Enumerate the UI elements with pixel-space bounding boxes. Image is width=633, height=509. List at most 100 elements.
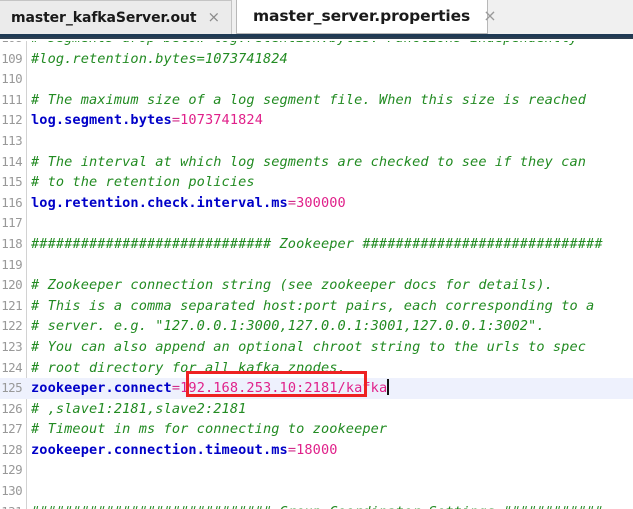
code-line[interactable]: 120 # Zookeeper connection string (see zo… (0, 275, 633, 296)
token-eq: = (287, 441, 297, 458)
code-line[interactable]: 115 # to the retention policies (0, 172, 633, 193)
token-val: 1073741824 (180, 112, 263, 129)
code-line-text: ############################# Zookeeper … (31, 234, 603, 255)
code-line[interactable]: 117 (0, 213, 633, 234)
code-line[interactable]: 123 # You can also append an optional chr… (0, 337, 633, 358)
line-number: 125 (1, 380, 22, 396)
token-key: log.segment.bytes (31, 112, 172, 129)
close-icon[interactable]: × (205, 10, 222, 25)
code-line-text: # Timeout in ms for connecting to zookee… (31, 419, 387, 440)
code-line[interactable]: 108 # segments drop below log.retention.b… (0, 41, 633, 49)
code-line-text: # root directory for all kafka znodes. (31, 358, 346, 379)
code-line[interactable]: 114 # The interval at which log segments … (0, 152, 633, 173)
code-line[interactable]: 124 # root directory for all kafka znodes… (0, 358, 633, 379)
code-line[interactable]: 127 # Timeout in ms for connecting to zoo… (0, 419, 633, 440)
code-line[interactable]: 126 # ,slave1:2181,slave2:2181 (0, 399, 633, 420)
code-line[interactable]: 119 (0, 255, 633, 276)
token-cmt: # segments drop below log.retention.byte… (31, 41, 578, 46)
line-number: 120 (1, 277, 22, 293)
code-line-current[interactable]: 125 zookeeper.connect=192.168.253.10:2181… (0, 378, 633, 399)
code-line[interactable]: 113 (0, 131, 633, 152)
line-number: 118 (1, 235, 22, 251)
code-line[interactable]: 112 log.segment.bytes=1073741824 (0, 110, 633, 131)
code-line-text: # server. e.g. "127.0.0.1:3000,127.0.0.1… (31, 316, 545, 337)
line-number: 121 (1, 297, 22, 313)
code-line-text: log.retention.check.interval.ms=300000 (31, 193, 346, 214)
line-number: 114 (1, 153, 22, 169)
line-number: 117 (1, 215, 22, 231)
code-line-text: # The maximum size of a log segment file… (31, 90, 586, 111)
token-val: 300000 (296, 194, 346, 211)
tab-master-kafkaserver-out[interactable]: master_kafkaServer.out × (0, 0, 232, 34)
code-line-text: # You can also append an optional chroot… (31, 337, 586, 358)
token-cmt: # server. e.g. "127.0.0.1:3000,127.0.0.1… (31, 318, 545, 335)
tab-label: master_kafkaServer.out (11, 9, 197, 26)
line-number: 123 (1, 338, 22, 354)
token-key: zookeeper.connect (31, 380, 172, 397)
token-key: zookeeper.connection.timeout.ms (31, 441, 288, 458)
code-line-text: # This is a comma separated host:port pa… (31, 296, 594, 317)
code-line-text: # to the retention policies (31, 172, 255, 193)
line-number: 130 (1, 483, 22, 499)
line-number: 110 (1, 71, 22, 87)
line-number: 122 (1, 318, 22, 334)
tab-master-server-properties[interactable]: master_server.properties × (236, 0, 497, 34)
token-cmt: # to the retention policies (31, 174, 255, 191)
tab-label: master_server.properties (253, 6, 471, 25)
code-line[interactable]: 130 (0, 481, 633, 502)
code-line-text: # Zookeeper connection string (see zooke… (31, 275, 553, 296)
token-cmt: # This is a comma separated host:port pa… (31, 297, 595, 314)
code-editor[interactable]: 108 # segments drop below log.retention.b… (0, 41, 633, 509)
token-cmt: # The interval at which log segments are… (31, 153, 587, 170)
code-line-text: zookeeper.connection.timeout.ms=18000 (31, 440, 338, 461)
line-number: 126 (1, 400, 22, 416)
token-cmt: ############################# Zookeeper … (31, 235, 603, 252)
code-line[interactable]: 128 zookeeper.connection.timeout.ms=18000 (0, 440, 633, 461)
code-line-text: # segments drop below log.retention.byte… (31, 41, 578, 49)
line-number: 113 (1, 132, 22, 148)
code-line[interactable]: 109 #log.retention.bytes=1073741824 (0, 49, 633, 70)
token-cmt: #log.retention.bytes=1073741824 (31, 50, 288, 67)
token-eq: = (171, 380, 181, 397)
token-cmt: # Timeout in ms for connecting to zookee… (31, 421, 388, 438)
token-cmt: # You can also append an optional chroot… (31, 338, 587, 355)
close-icon[interactable]: × (481, 7, 498, 24)
line-number: 108 (0, 41, 22, 49)
line-number: 127 (1, 421, 22, 437)
token-eq: = (171, 112, 181, 129)
token-cmt: # The maximum size of a log segment file… (31, 91, 587, 108)
line-number: 128 (1, 441, 22, 457)
token-key: log.retention.check.interval.ms (31, 194, 288, 211)
token-val: 192.168.253.10:2181/kafka (180, 380, 388, 397)
code-line-text: log.segment.bytes=1073741824 (31, 110, 263, 131)
line-number: 115 (1, 174, 22, 190)
code-line[interactable]: 118 ############################# Zookeep… (0, 234, 633, 255)
line-number: 129 (1, 462, 22, 478)
code-line[interactable]: 116 log.retention.check.interval.ms=30000… (0, 193, 633, 214)
text-caret (387, 379, 390, 396)
code-line-text: zookeeper.connect=192.168.253.10:2181/ka… (31, 378, 390, 399)
code-line-text: # ,slave1:2181,slave2:2181 (31, 399, 246, 420)
token-cmt: # root directory for all kafka znodes. (31, 359, 346, 376)
line-number: 124 (1, 359, 22, 375)
code-line[interactable]: 110 (0, 69, 633, 90)
code-line[interactable]: 122 # server. e.g. "127.0.0.1:3000,127.0.… (0, 316, 633, 337)
code-line[interactable]: 121 # This is a comma separated host:port… (0, 296, 633, 317)
tab-bar-underline (0, 34, 633, 37)
tab-bar: master_kafkaServer.out × master_server.p… (0, 0, 633, 39)
code-line-list: 108 # segments drop below log.retention.b… (0, 41, 633, 509)
line-number: 109 (1, 50, 22, 66)
line-number: 131 (0, 502, 22, 509)
code-line[interactable]: 111 # The maximum size of a log segment f… (0, 90, 633, 111)
line-number: 119 (1, 256, 22, 272)
token-cmt: # ,slave1:2181,slave2:2181 (31, 400, 247, 417)
line-number: 112 (1, 112, 22, 128)
code-line-text: # The interval at which log segments are… (31, 152, 586, 173)
token-cmt: # Zookeeper connection string (see zooke… (31, 277, 553, 294)
token-eq: = (287, 194, 297, 211)
code-line[interactable]: 129 (0, 460, 633, 481)
code-line-text: #log.retention.bytes=1073741824 (31, 49, 288, 70)
line-number: 111 (1, 91, 22, 107)
token-val: 18000 (296, 441, 338, 458)
line-number: 116 (1, 194, 22, 210)
